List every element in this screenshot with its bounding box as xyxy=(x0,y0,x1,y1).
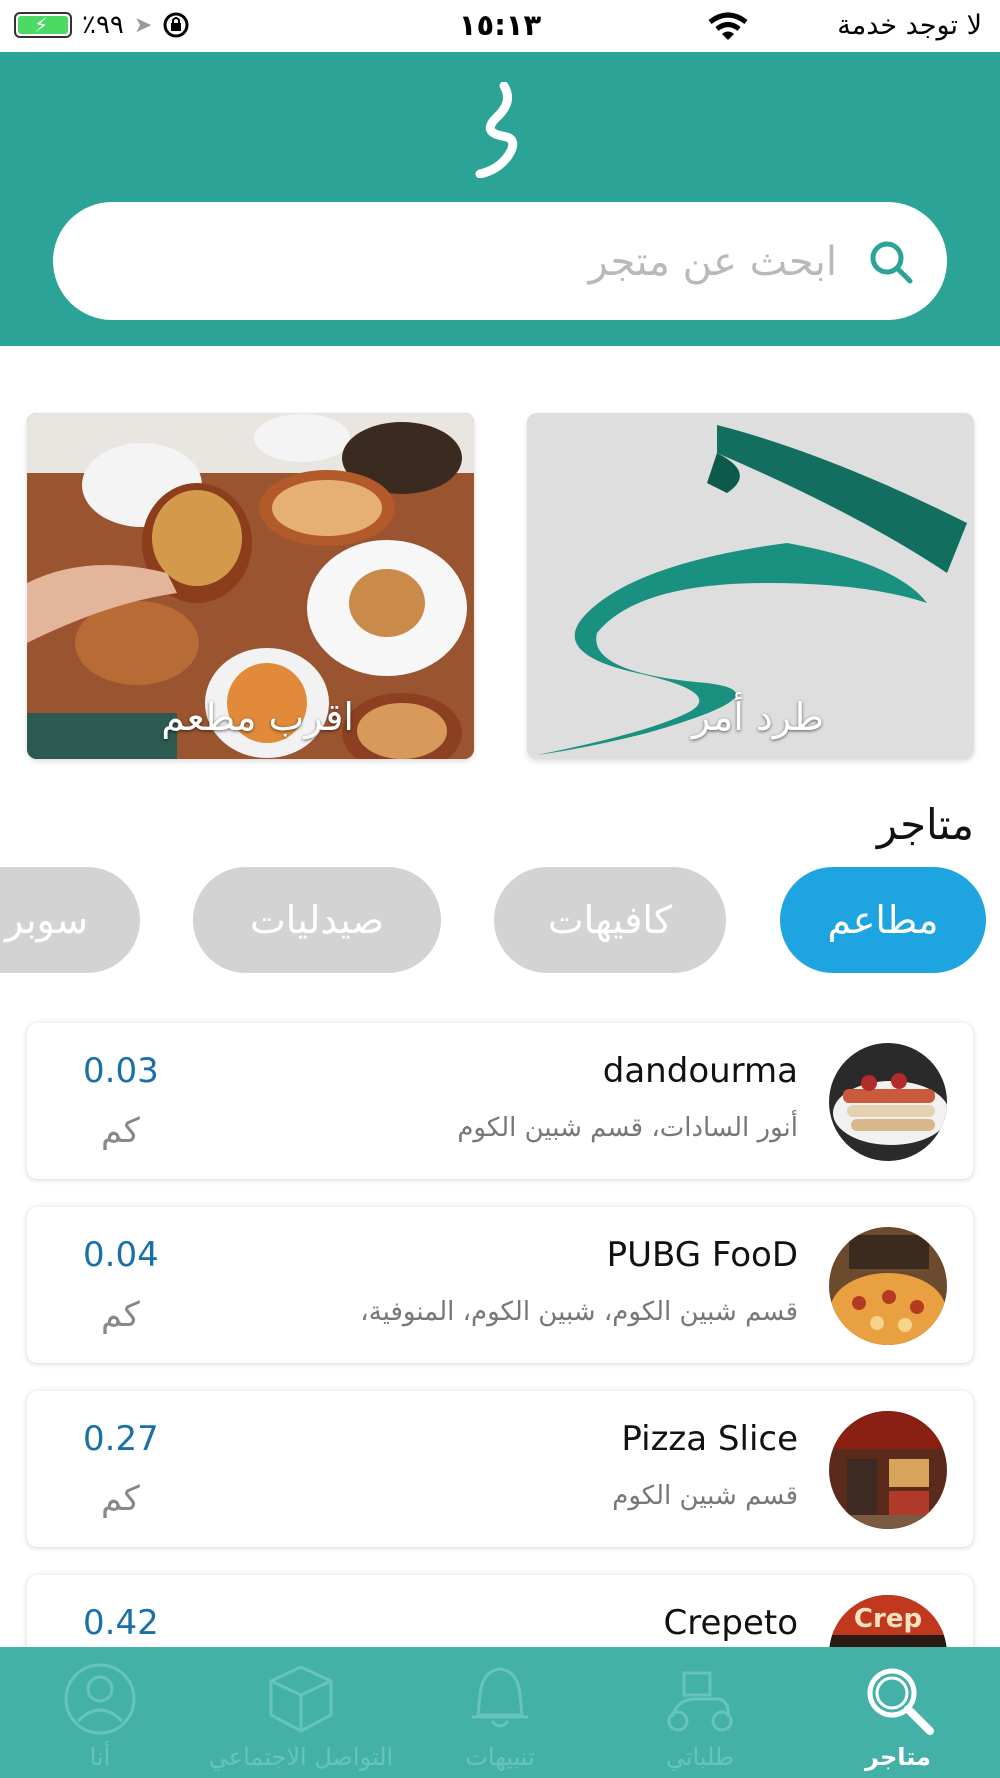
app-header xyxy=(0,52,1000,346)
battery-percent: ٪٩٩ xyxy=(82,10,124,40)
store-address: أنور السادات، قسم شبين الكوم xyxy=(457,1113,798,1143)
store-address: قسم شبين الكوم، شبين الكوم، المنوفية، xyxy=(360,1297,798,1327)
tab-orders[interactable]: طلباتي xyxy=(640,1647,760,1778)
chip-cafes[interactable]: كافيهات xyxy=(494,867,726,973)
distance-unit: كم xyxy=(101,1111,140,1151)
tab-label: متاجر xyxy=(865,1743,931,1771)
delivery-bike-icon xyxy=(667,1671,733,1732)
store-item-pizza-slice[interactable]: Pizza Slice قسم شبين الكوم 0.27 كم xyxy=(27,1391,973,1547)
tab-label: التواصل الاجتماعي xyxy=(208,1743,394,1771)
banner-label: اقرب مطعم xyxy=(161,695,354,739)
store-avatar xyxy=(829,1043,947,1161)
store-name: Crepeto xyxy=(663,1603,798,1643)
store-distance: 0.27 xyxy=(83,1419,159,1459)
search-icon xyxy=(870,241,913,284)
chip-restaurants[interactable]: مطاعم xyxy=(780,867,986,973)
bell-icon xyxy=(472,1667,528,1728)
store-name: dandourma xyxy=(602,1051,798,1091)
search-input[interactable] xyxy=(235,224,839,300)
chip-pharmacies[interactable]: صيدليات xyxy=(193,867,441,973)
distance-unit: كم xyxy=(101,1295,140,1335)
store-item-pubg-food[interactable]: PUBG FooD قسم شبين الكوم، شبين الكوم، ال… xyxy=(27,1207,973,1363)
search-icon xyxy=(867,1668,934,1735)
send-order-banner[interactable]: طرد أمر xyxy=(527,413,974,759)
store-distance: 0.42 xyxy=(83,1603,159,1643)
store-distance: 0.04 xyxy=(83,1235,159,1275)
tab-profile[interactable]: أنا xyxy=(40,1647,160,1778)
user-icon xyxy=(64,1663,136,1735)
banner-label: طرد أمر xyxy=(691,695,824,739)
battery-icon: ⚡ xyxy=(14,12,72,38)
store-distance: 0.03 xyxy=(83,1051,159,1091)
tab-label: أنا xyxy=(89,1743,111,1771)
box-icon xyxy=(269,1665,333,1733)
chip-supermarkets[interactable]: سوبر xyxy=(0,867,140,973)
tab-social[interactable]: التواصل الاجتماعي xyxy=(196,1647,406,1778)
store-name: Pizza Slice xyxy=(621,1419,798,1459)
svg-text:Crep: Crep xyxy=(854,1604,922,1634)
store-avatar xyxy=(829,1411,947,1529)
location-icon: ➤ xyxy=(133,12,153,38)
search-bar[interactable] xyxy=(53,202,947,320)
tab-label: تنبيهات xyxy=(465,1743,535,1771)
distance-unit: كم xyxy=(101,1479,140,1519)
status-bar: لا توجد خدمة ١٥:١٣ ⚡ ٪٩٩ ➤ xyxy=(0,0,1000,52)
section-title: متاجر xyxy=(876,800,974,849)
orientation-lock-icon xyxy=(163,12,189,38)
tab-notifications[interactable]: تنبيهات xyxy=(440,1647,560,1778)
tab-label: طلباتي xyxy=(665,1743,735,1771)
store-item-dandourma[interactable]: dandourma أنور السادات، قسم شبين الكوم 0… xyxy=(27,1023,973,1179)
nearest-restaurant-banner[interactable]: اقرب مطعم xyxy=(27,413,474,759)
bottom-tab-bar: متاجر طلباتي تنبيهات التواصل الاجتماعي أ… xyxy=(0,1647,1000,1778)
tab-stores[interactable]: متاجر xyxy=(838,1647,958,1778)
app-logo-icon xyxy=(475,82,518,178)
store-avatar xyxy=(829,1227,947,1345)
store-name: PUBG FooD xyxy=(606,1235,798,1275)
status-indicators: ⚡ ٪٩٩ ➤ xyxy=(14,10,190,40)
store-address: قسم شبين الكوم xyxy=(612,1481,798,1511)
category-chips: مطاعم كافيهات صيدليات سوبر xyxy=(0,867,1000,973)
